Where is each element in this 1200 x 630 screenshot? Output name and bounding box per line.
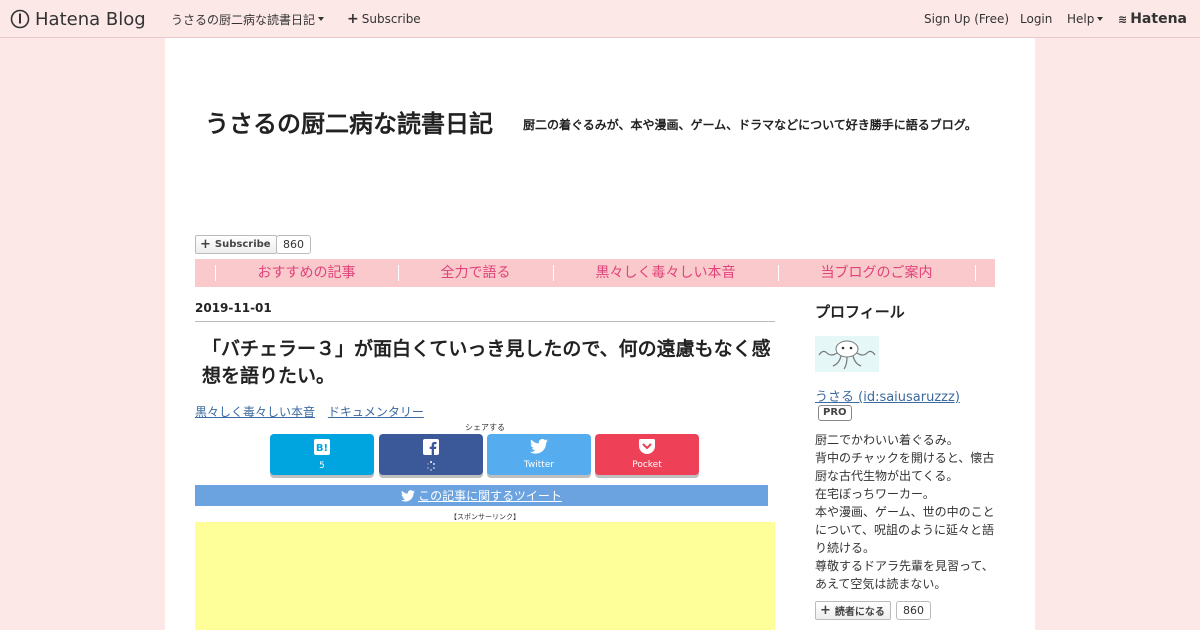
- plus-icon: +: [200, 237, 211, 252]
- hatena-logo[interactable]: ≋ Hatena: [1118, 0, 1187, 38]
- blog-description: 厨二の着ぐるみが、本や漫画、ゲーム、ドラマなどについて好き勝手に語るブログ。: [523, 118, 977, 132]
- svg-text:B!: B!: [316, 443, 328, 454]
- bio-line: 本や漫画、ゲーム、世の中のこと: [815, 505, 995, 519]
- pocket-share-button[interactable]: Pocket: [595, 434, 699, 475]
- hatena-logo-text: Hatena: [1130, 11, 1187, 27]
- bio-line: 尊敬するドアラ先輩を見習って、: [815, 559, 994, 573]
- login-link[interactable]: Login: [1020, 0, 1052, 38]
- twitter-bird-icon: [401, 489, 416, 502]
- chevron-down-icon: [1097, 17, 1104, 21]
- entry-title[interactable]: 「バチェラー３」が面白くていっき見したので、何の遠慮もなく感想を語りたい。: [202, 336, 772, 390]
- nav-item-recommended[interactable]: おすすめの記事: [214, 265, 398, 281]
- bio-line: 在宅ぼっちワーカー。: [815, 487, 935, 501]
- help-label: Help: [1067, 12, 1095, 26]
- bio-line: り続ける。: [815, 541, 876, 555]
- signup-link[interactable]: Sign Up (Free): [924, 0, 1009, 38]
- reader-subscribe-button[interactable]: + 読者になる: [815, 601, 891, 620]
- bio-line: 厨な古代生物が出てくる。: [815, 469, 959, 483]
- entry-date[interactable]: 2019-11-01: [195, 301, 775, 322]
- bio-line: 背中のチャックを開けると、懐古: [815, 451, 995, 465]
- entry-categories: 黒々しく毒々しい本音 ドキュメンタリー: [195, 403, 433, 420]
- nav-item-full-power[interactable]: 全力で語る: [397, 265, 553, 281]
- header-subscribe-button[interactable]: + Subscribe: [347, 0, 421, 38]
- bio-line: 厨二でかわいい着ぐるみ。: [815, 433, 959, 447]
- hatebu-count: 5: [319, 460, 325, 471]
- page-container: うさるの厨二病な読書日記 厨二の着ぐるみが、本や漫画、ゲーム、ドラマなどについて…: [165, 38, 1035, 630]
- hatebu-share-button[interactable]: B! 5: [270, 434, 374, 475]
- twitter-share-button[interactable]: Twitter: [487, 434, 591, 475]
- bio-line: あえて空気は読まない。: [815, 577, 947, 591]
- blog-subscribe-label: Subscribe: [214, 239, 271, 250]
- global-nav: おすすめの記事 全力で語る 黒々しく毒々しい本音 当ブログのご案内: [195, 259, 995, 287]
- profile-name-link[interactable]: うさる (id:saiusaruzzz): [815, 386, 960, 405]
- advertisement-area[interactable]: [195, 522, 775, 630]
- header-subscribe-label: Subscribe: [361, 12, 421, 26]
- plus-icon: +: [820, 603, 831, 618]
- blog-subscribe-button[interactable]: + Subscribe: [195, 235, 277, 254]
- hatena-blog-logo-text: Hatena Blog: [35, 8, 146, 30]
- profile-bio: 厨二でかわいい着ぐるみ。 背中のチャックを開けると、懐古 厨な古代生物が出てくる…: [815, 431, 997, 593]
- category-link[interactable]: 黒々しく毒々しい本音: [195, 405, 315, 419]
- hatena-wave-icon: ≋: [1118, 12, 1128, 26]
- category-link[interactable]: ドキュメンタリー: [328, 405, 424, 419]
- nav-item-honest[interactable]: 黒々しく毒々しい本音: [552, 265, 778, 281]
- sponsor-label: 【スポンサーリンク】: [450, 513, 520, 521]
- pocket-icon: [639, 439, 655, 454]
- related-tweets-label: この記事に関するツイート: [418, 489, 562, 503]
- twitter-label: Twitter: [523, 460, 555, 470]
- reader-subscribe-label: 読者になる: [834, 607, 885, 618]
- share-label: シェアする: [465, 423, 505, 432]
- twitter-bird-icon: [530, 439, 548, 454]
- facebook-share-button[interactable]: [379, 434, 483, 475]
- plus-icon: +: [347, 11, 359, 27]
- bio-line: について、呪詛のように延々と語: [815, 523, 995, 537]
- subscriber-count[interactable]: 860: [276, 235, 311, 254]
- blog-title[interactable]: うさるの厨二病な読書日記: [205, 104, 493, 139]
- hatena-blog-pen-icon: [10, 9, 30, 29]
- pocket-label: Pocket: [632, 460, 662, 470]
- facebook-icon: [423, 438, 439, 455]
- hatena-blog-logo[interactable]: Hatena Blog: [10, 0, 146, 38]
- signup-label: Sign Up (Free): [924, 12, 1010, 26]
- nav-item-guide[interactable]: 当ブログのご案内: [777, 265, 976, 281]
- blog-menu-label: うさるの厨二病な読書日記: [171, 12, 316, 27]
- related-tweets-link[interactable]: この記事に関するツイート: [195, 485, 768, 506]
- global-header: Hatena Blog うさるの厨二病な読書日記 + Subscribe Sign…: [0, 0, 1200, 38]
- profile-avatar[interactable]: [815, 336, 879, 372]
- chevron-down-icon: [318, 17, 325, 21]
- pro-badge[interactable]: PRO: [818, 405, 852, 421]
- jellyfish-avatar-icon: [818, 340, 876, 370]
- hatena-bookmark-icon: B!: [314, 438, 330, 455]
- reader-count[interactable]: 860: [896, 601, 931, 620]
- help-dropdown[interactable]: Help: [1067, 0, 1104, 38]
- loading-spinner-icon: [427, 460, 435, 471]
- login-label: Login: [1020, 12, 1053, 26]
- profile-heading: プロフィール: [815, 303, 905, 321]
- blog-menu-dropdown[interactable]: うさるの厨二病な読書日記: [171, 0, 325, 38]
